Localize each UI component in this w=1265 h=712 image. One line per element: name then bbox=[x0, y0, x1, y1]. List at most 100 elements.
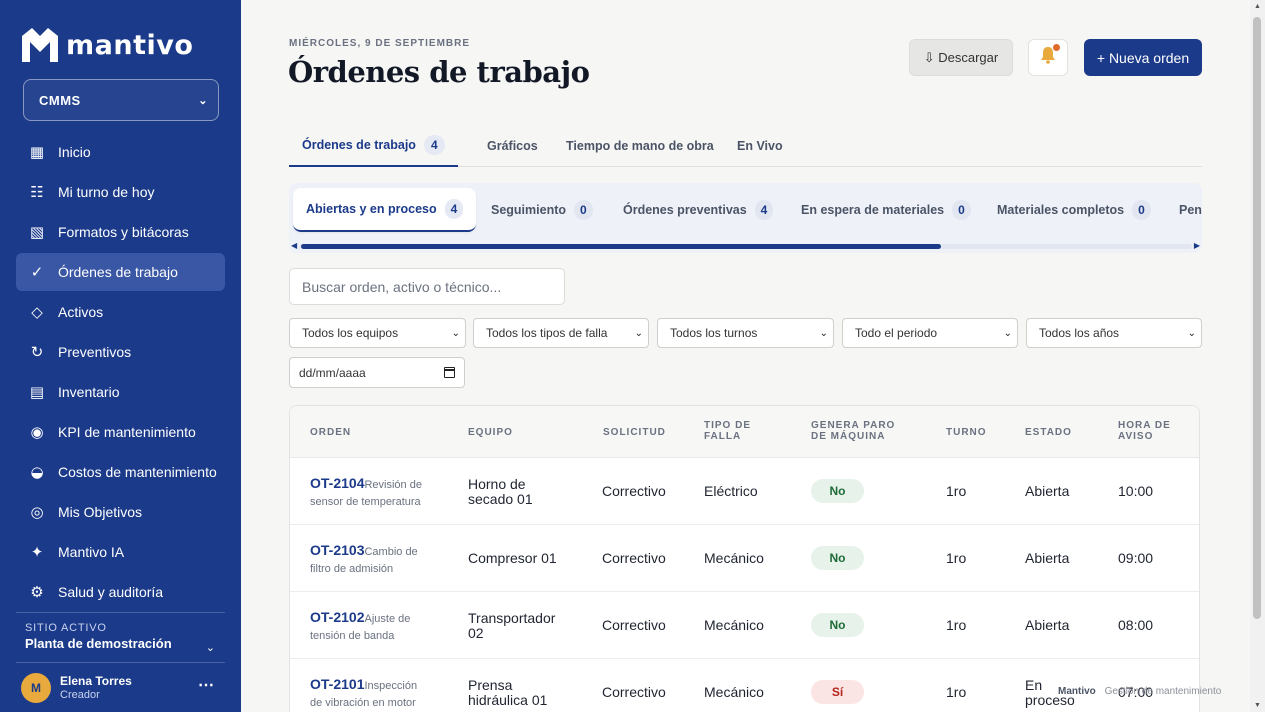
tab-work-orders[interactable]: Órdenes de trabajo 4 bbox=[289, 125, 458, 167]
subtab-materials-complete[interactable]: Materiales completos 0 bbox=[997, 188, 1151, 232]
download-button[interactable]: ⇩ Descargar bbox=[909, 39, 1013, 76]
sidebar-item-gear[interactable]: ⚙ Salud y auditoría bbox=[16, 573, 225, 611]
equipment-cell: Transportador 02 bbox=[468, 610, 556, 641]
column-header-notice-time[interactable]: HORA DE AVISO bbox=[1118, 420, 1171, 442]
column-header-failure-type[interactable]: TIPO DE FALLA bbox=[704, 420, 751, 442]
subtab-open-in-progress[interactable]: Abiertas y en proceso 4 bbox=[293, 188, 477, 232]
user-profile[interactable]: M Elena Torres Creador ⋯ bbox=[16, 662, 225, 712]
calendar-icon[interactable] bbox=[444, 367, 455, 378]
order-id-link[interactable]: OT-2103 bbox=[310, 542, 364, 558]
failure-cell: Eléctrico bbox=[704, 483, 758, 499]
sidebar-item-label: Salud y auditoría bbox=[58, 584, 164, 600]
subtab-preventive-orders[interactable]: Órdenes preventivas 4 bbox=[623, 188, 774, 232]
module-select[interactable]: CMMS ⌄ bbox=[23, 79, 219, 121]
column-header-equipment[interactable]: EQUIPO bbox=[468, 427, 513, 438]
table-row[interactable]: OT-2103Cambio de filtro de admisión Compr… bbox=[290, 525, 1199, 592]
subtab-awaiting-materials[interactable]: En espera de materiales 0 bbox=[801, 188, 971, 232]
main-tabs: Órdenes de trabajo 4 Gráficos Tiempo de … bbox=[289, 125, 1202, 167]
status-cell: Abierta bbox=[1025, 617, 1070, 633]
sidebar-item-label: Formatos y bitácoras bbox=[58, 224, 189, 240]
order-id-link[interactable]: OT-2104 bbox=[310, 475, 364, 491]
date-filter-input[interactable]: dd/mm/aaaa bbox=[289, 357, 465, 388]
page-scroll-thumb[interactable] bbox=[1253, 17, 1261, 619]
table-row[interactable]: OT-2102Ajuste de tensión de banda Transpo… bbox=[290, 592, 1199, 659]
sidebar-item-half-circle[interactable]: ◒ Costos de mantenimiento bbox=[16, 453, 225, 491]
column-header-request[interactable]: SOLICITUD bbox=[603, 427, 666, 438]
scroll-left-arrow-icon[interactable]: ◀ bbox=[291, 241, 297, 250]
scroll-up-arrow-icon[interactable]: ▲ bbox=[1254, 3, 1261, 10]
order-id-link[interactable]: OT-2101 bbox=[310, 676, 364, 692]
sidebar-item-label: Preventivos bbox=[58, 344, 132, 360]
sidebar-item-grid[interactable]: ▦ Inicio bbox=[16, 133, 225, 171]
search-input[interactable] bbox=[289, 268, 565, 305]
subtab-pending[interactable]: Pen bbox=[1179, 188, 1202, 232]
time-cell: 08:00 bbox=[1118, 617, 1154, 633]
shift-filter-select[interactable]: Todos los turnos ⌄ bbox=[657, 318, 834, 348]
shift-cell: 1ro bbox=[946, 617, 967, 633]
sidebar-item-list[interactable]: ☷ Mi turno de hoy bbox=[16, 173, 225, 211]
period-filter-select[interactable]: Todo el periodo ⌄ bbox=[842, 318, 1018, 348]
sidebar-item-inventory[interactable]: ▤ Inventario bbox=[16, 373, 225, 411]
subtab-follow-up[interactable]: Seguimiento 0 bbox=[491, 188, 593, 232]
sidebar-item-label: Órdenes de trabajo bbox=[58, 264, 178, 280]
subtab-label: Abiertas y en proceso bbox=[306, 202, 437, 216]
column-header-shift[interactable]: TURNO bbox=[946, 427, 987, 438]
tab-label: En Vivo bbox=[737, 138, 783, 153]
inventory-icon: ▤ bbox=[29, 383, 45, 401]
column-header-machine-stop[interactable]: GENERA PARO DE MÁQUINA bbox=[811, 420, 895, 442]
equipment-cell: Horno de secado 01 bbox=[468, 476, 533, 507]
subtabs-scrollbar[interactable]: ◀ ▶ bbox=[289, 241, 1202, 251]
footer-brand: Mantivo bbox=[1058, 686, 1096, 697]
sparkle-icon: ✦ bbox=[30, 543, 44, 561]
chevron-down-icon: ⌄ bbox=[1003, 327, 1012, 339]
status-cell: Abierta bbox=[1025, 550, 1070, 566]
scroll-right-arrow-icon[interactable]: ▶ bbox=[1194, 241, 1200, 250]
avatar: M bbox=[21, 672, 51, 703]
sidebar-item-diamond[interactable]: ◇ Activos bbox=[16, 293, 225, 331]
tab-labor-time[interactable]: Tiempo de mano de obra bbox=[566, 125, 714, 166]
order-id-link[interactable]: OT-2102 bbox=[310, 609, 364, 625]
sidebar-item-label: Inicio bbox=[58, 144, 91, 160]
tab-charts[interactable]: Gráficos bbox=[487, 125, 538, 166]
table-row[interactable]: OT-2104Revisión de sensor de temperatura… bbox=[290, 458, 1199, 525]
sidebar-item-refresh[interactable]: ↻ Preventivos bbox=[16, 333, 225, 371]
status-subtabs: Abiertas y en proceso 4 Seguimiento 0 Ór… bbox=[289, 183, 1202, 253]
tab-live[interactable]: En Vivo bbox=[737, 125, 783, 166]
scroll-down-arrow-icon[interactable]: ▼ bbox=[1254, 702, 1261, 709]
more-options-icon[interactable]: ⋯ bbox=[198, 675, 215, 695]
year-filter-select[interactable]: Todos los años ⌄ bbox=[1026, 318, 1202, 348]
equipment-filter-select[interactable]: Todos los equipos ⌄ bbox=[289, 318, 466, 348]
work-orders-table: ORDEN EQUIPO SOLICITUD TIPO DE FALLA GEN… bbox=[289, 405, 1200, 712]
sidebar-item-forms[interactable]: ▧ Formatos y bitácoras bbox=[16, 213, 225, 251]
order-cell: OT-2102Ajuste de tensión de banda bbox=[310, 610, 430, 644]
refresh-icon: ↻ bbox=[30, 343, 44, 361]
new-order-button[interactable]: + Nueva orden bbox=[1084, 39, 1202, 76]
equipment-cell: Prensa hidráulica 01 bbox=[468, 677, 548, 708]
subtab-count-badge: 0 bbox=[952, 200, 971, 220]
diamond-icon: ◇ bbox=[31, 303, 43, 321]
header-line: DE MÁQUINA bbox=[811, 431, 886, 442]
active-site-selector[interactable]: SITIO ACTIVO Planta de demostración ⌄ bbox=[16, 612, 225, 654]
sidebar-item-target[interactable]: ◎ Mis Objetivos bbox=[16, 493, 225, 531]
sidebar-item-sparkle[interactable]: ✦ Mantivo IA bbox=[16, 533, 225, 571]
failure-type-filter-select[interactable]: Todos los tipos de falla ⌄ bbox=[473, 318, 649, 348]
subtab-label: Órdenes preventivas bbox=[623, 203, 747, 217]
scroll-thumb[interactable] bbox=[301, 244, 941, 249]
sidebar-item-kpi[interactable]: ◉ KPI de mantenimiento bbox=[16, 413, 225, 451]
page-title: Órdenes de trabajo bbox=[288, 55, 590, 89]
column-header-order[interactable]: ORDEN bbox=[310, 427, 351, 438]
mantivo-logo-icon bbox=[22, 28, 58, 62]
subtab-count-badge: 0 bbox=[574, 200, 593, 220]
chevron-down-icon: ⌄ bbox=[198, 94, 208, 107]
page-scrollbar[interactable]: ▲ ▼ bbox=[1250, 0, 1265, 712]
request-cell: Correctivo bbox=[602, 684, 666, 700]
sidebar-item-check[interactable]: ✓ Órdenes de trabajo bbox=[16, 253, 225, 291]
table-header: ORDEN EQUIPO SOLICITUD TIPO DE FALLA GEN… bbox=[290, 406, 1199, 458]
equipment-filter-value: Todos los equipos bbox=[302, 326, 399, 340]
column-header-status[interactable]: ESTADO bbox=[1025, 427, 1072, 438]
brand-logo[interactable]: mantivo bbox=[20, 26, 193, 64]
notifications-button[interactable] bbox=[1028, 39, 1068, 76]
subtab-label: En espera de materiales bbox=[801, 203, 945, 217]
machine-stop-badge: No bbox=[811, 613, 864, 637]
request-cell: Correctivo bbox=[602, 483, 666, 499]
